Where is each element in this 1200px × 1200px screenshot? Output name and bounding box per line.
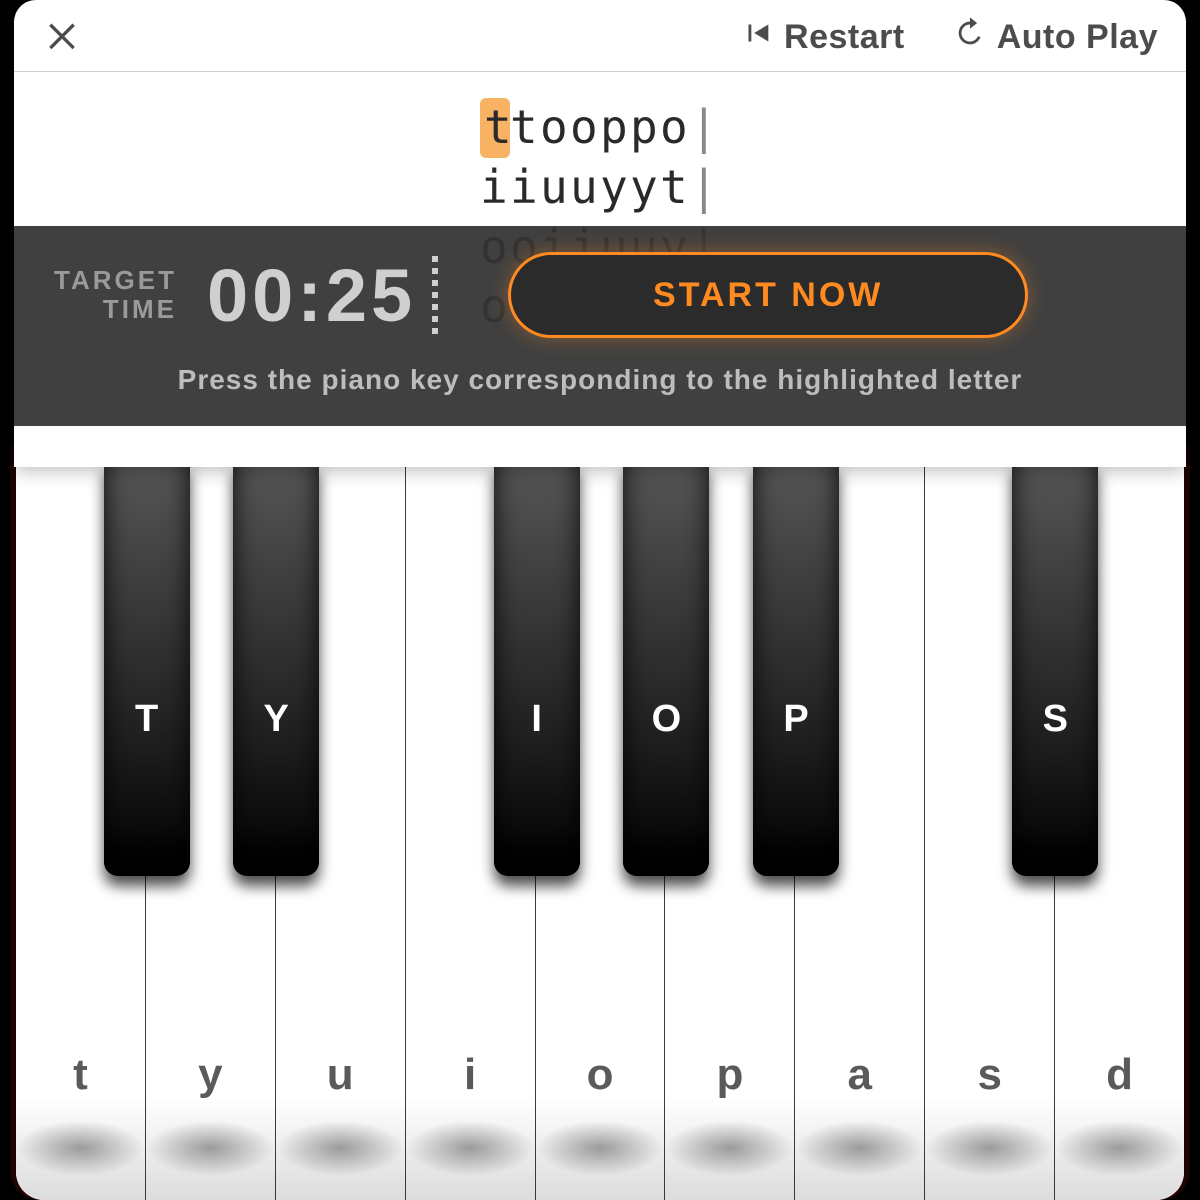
start-now-button[interactable]: START NOW <box>508 252 1028 338</box>
skip-back-icon <box>740 16 774 59</box>
key-shadow <box>536 1120 665 1176</box>
sequence-letter: y <box>630 158 660 218</box>
white-key-label: s <box>925 1050 1054 1100</box>
sequence-letter: i <box>510 158 540 218</box>
instruction-text: Press the piano key corresponding to the… <box>54 364 1146 396</box>
sequence-letter: t <box>510 98 540 158</box>
sequence-letter: p <box>630 98 660 158</box>
key-shadow <box>16 1120 145 1176</box>
black-key-label: I <box>531 698 542 741</box>
restart-label: Restart <box>784 18 905 57</box>
white-key-label: t <box>16 1050 145 1100</box>
white-key-label: a <box>795 1050 924 1100</box>
close-button[interactable] <box>42 14 82 61</box>
bar-separator: | <box>690 98 720 158</box>
autoplay-label: Auto Play <box>997 18 1158 57</box>
sequence-letter: y <box>600 158 630 218</box>
black-key-p[interactable]: P <box>753 463 839 876</box>
sequence-letter: u <box>540 158 570 218</box>
black-key-o[interactable]: O <box>623 463 709 876</box>
black-key-i[interactable]: I <box>494 463 580 876</box>
target-time-label: TARGET TIME <box>54 266 177 323</box>
key-shadow <box>406 1120 535 1176</box>
white-key-label: u <box>276 1050 405 1100</box>
piano-keybed: tyuiopasd T Y I O P S <box>16 463 1184 1200</box>
black-key-s[interactable]: S <box>1012 463 1098 876</box>
start-overlay: TARGET TIME 00:25 START NOW Press the pi… <box>14 226 1186 426</box>
white-key-label: d <box>1055 1050 1184 1100</box>
sequence-letter: o <box>570 98 600 158</box>
modal-header: Restart Auto Play <box>14 0 1186 72</box>
sequence-letter: o <box>660 98 690 158</box>
restart-button[interactable]: Restart <box>740 16 905 59</box>
black-key-label: Y <box>264 698 289 741</box>
key-shadow <box>795 1120 924 1176</box>
sequence-row: ttooppo| <box>14 98 1186 158</box>
black-key-label: O <box>652 698 682 741</box>
bar-separator: | <box>690 158 720 218</box>
key-shadow <box>1055 1120 1184 1176</box>
black-key-label: P <box>783 698 808 741</box>
white-key-label: p <box>665 1050 794 1100</box>
refresh-icon <box>953 16 987 59</box>
black-key-y[interactable]: Y <box>233 463 319 876</box>
modal-sheet: Restart Auto Play ttooppo|iiuuyyt|ooiiuu… <box>14 0 1186 467</box>
sequence-row: iiuuyyt| <box>14 158 1186 218</box>
sequence-letter: t <box>660 158 690 218</box>
key-shadow <box>925 1120 1054 1176</box>
sequence-letter: p <box>600 98 630 158</box>
piano-body: tyuiopasd T Y I O P S <box>10 443 1190 1200</box>
black-key-label: S <box>1043 698 1068 741</box>
black-key-label: T <box>135 698 158 741</box>
sequence-letter: i <box>480 158 510 218</box>
autoplay-button[interactable]: Auto Play <box>953 16 1158 59</box>
white-key-label: y <box>146 1050 275 1100</box>
white-key-label: i <box>406 1050 535 1100</box>
divider-icon <box>432 256 438 334</box>
white-key-label: o <box>536 1050 665 1100</box>
target-time-value: 00:25 <box>207 253 438 338</box>
key-shadow <box>146 1120 275 1176</box>
sequence-letter: t <box>480 98 510 158</box>
key-shadow <box>665 1120 794 1176</box>
sequence-letter: u <box>570 158 600 218</box>
white-keys-row: tyuiopasd <box>16 463 1184 1200</box>
key-shadow <box>276 1120 405 1176</box>
black-key-t[interactable]: T <box>104 463 190 876</box>
sequence-letter: o <box>540 98 570 158</box>
